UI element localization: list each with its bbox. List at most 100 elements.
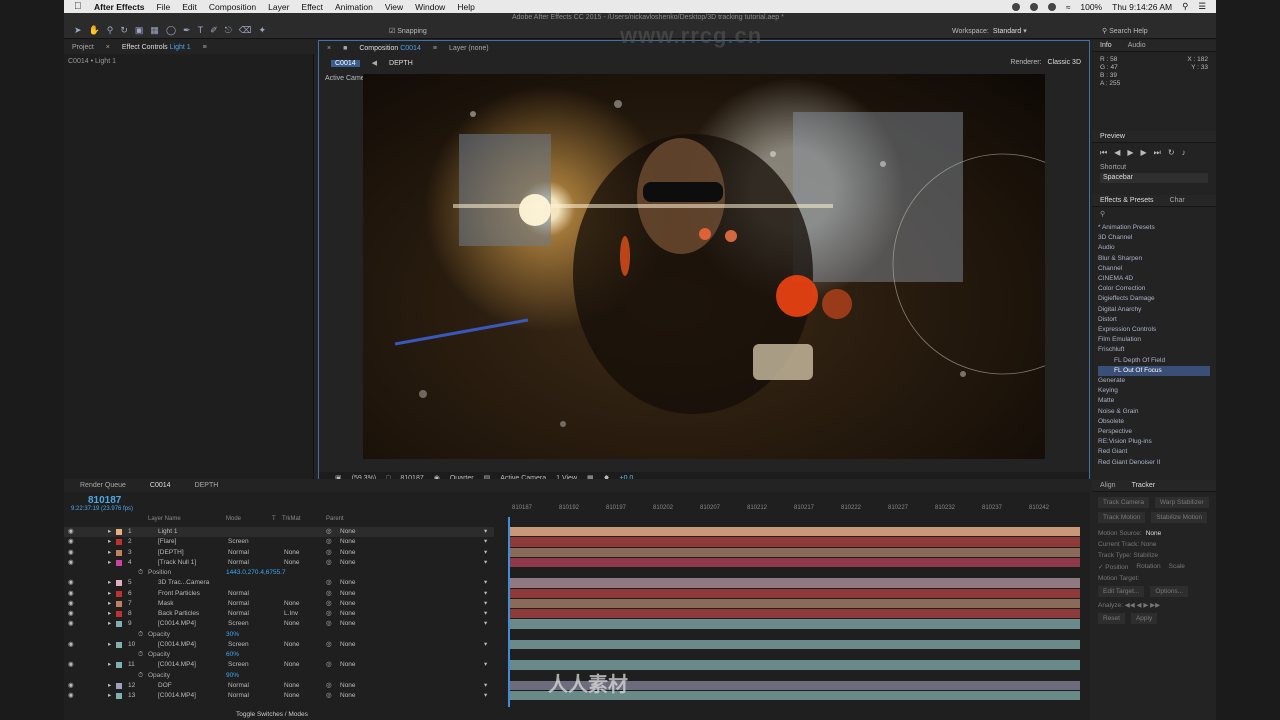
label-color-swatch[interactable] bbox=[116, 611, 122, 617]
twirl-icon[interactable]: ▸ bbox=[108, 558, 111, 568]
parent-pickwhip-icon[interactable]: ◎ bbox=[326, 537, 332, 547]
track-matte-select[interactable]: None bbox=[284, 660, 300, 670]
analyze-controls-icon[interactable]: ◀◀ ◀ ▶ ▶▶ bbox=[1125, 602, 1160, 609]
stabilize-motion-button[interactable]: Stabilize Motion bbox=[1151, 512, 1208, 523]
col-layer-name[interactable]: Layer Name bbox=[148, 516, 181, 522]
layer-row[interactable]: ◉ ▸ 10 [C0014.MP4] Screen None ◎ None ▾ bbox=[64, 640, 494, 650]
effects-category-item[interactable]: Digieffects Damage bbox=[1098, 294, 1210, 304]
stopwatch-icon[interactable]: ⏱ bbox=[138, 671, 143, 681]
layer-row[interactable]: ◉ ▸ 2 [Flare] Screen ◎ None ▾ bbox=[64, 537, 494, 547]
parent-select[interactable]: None bbox=[340, 527, 356, 537]
twirl-icon[interactable]: ▸ bbox=[108, 640, 111, 650]
blend-mode-select[interactable]: Screen bbox=[228, 619, 249, 629]
layer-name[interactable]: [DEPTH] bbox=[158, 548, 184, 558]
blend-mode-select[interactable]: Normal bbox=[228, 548, 249, 558]
blend-mode-select[interactable]: Normal bbox=[228, 599, 249, 609]
tab-character[interactable]: Char bbox=[1170, 197, 1185, 204]
track-matte-select[interactable]: L.Inv bbox=[284, 609, 298, 619]
reset-button[interactable]: Reset bbox=[1098, 613, 1125, 624]
effects-category-item[interactable]: RE:Vision Plug-ins bbox=[1098, 437, 1210, 447]
effects-category-item[interactable]: Red Giant bbox=[1098, 447, 1210, 457]
property-value[interactable]: 30% bbox=[226, 630, 239, 640]
menubar-clock[interactable]: Thu 9:14:26 AM bbox=[1112, 2, 1172, 12]
visibility-icon[interactable]: ◉ bbox=[68, 691, 74, 701]
visibility-icon[interactable]: ◉ bbox=[68, 609, 74, 619]
status-dot-icon[interactable] bbox=[1029, 2, 1038, 11]
stopwatch-icon[interactable]: ⏱ bbox=[138, 650, 143, 660]
visibility-icon[interactable]: ◉ bbox=[68, 558, 74, 568]
close-icon[interactable]: × bbox=[106, 44, 110, 51]
parent-pickwhip-icon[interactable]: ◎ bbox=[326, 691, 332, 701]
effects-category-item[interactable]: Color Correction bbox=[1098, 284, 1210, 294]
effects-category-item[interactable]: Film Emulation bbox=[1098, 335, 1210, 345]
parent-pickwhip-icon[interactable]: ◎ bbox=[326, 527, 332, 537]
preview-title[interactable]: Preview bbox=[1100, 133, 1125, 140]
menu-help[interactable]: Help bbox=[457, 2, 474, 12]
visibility-icon[interactable]: ◉ bbox=[68, 599, 74, 609]
shape-tool-icon[interactable]: ◯ bbox=[166, 25, 176, 36]
twirl-icon[interactable]: ▸ bbox=[108, 578, 111, 588]
camera-tool-icon[interactable]: ▣ bbox=[135, 25, 144, 36]
visibility-icon[interactable]: ◉ bbox=[68, 619, 74, 629]
parent-select[interactable]: None bbox=[340, 609, 356, 619]
layer-duration-bar[interactable] bbox=[508, 588, 1080, 598]
parent-select[interactable]: None bbox=[340, 619, 356, 629]
current-time-indicator[interactable] bbox=[508, 517, 510, 707]
menu-window[interactable]: Window bbox=[415, 2, 445, 12]
property-value[interactable]: 1443.0,270.4,6755.7 bbox=[226, 568, 286, 578]
effects-category-item[interactable]: Perspective bbox=[1098, 427, 1210, 437]
chevron-down-icon[interactable]: ▾ bbox=[484, 558, 487, 568]
workspace-select[interactable]: Workspace: Standard ▾ bbox=[952, 27, 1027, 35]
stamp-tool-icon[interactable]: ⎋ bbox=[225, 25, 232, 36]
options-button[interactable]: Options... bbox=[1150, 586, 1189, 597]
layer-name[interactable]: 3D Trac...Camera bbox=[158, 578, 209, 588]
twirl-icon[interactable]: ▸ bbox=[108, 619, 111, 629]
track-matte-select[interactable]: None bbox=[284, 691, 300, 701]
parent-pickwhip-icon[interactable]: ◎ bbox=[326, 558, 332, 568]
effects-category-item[interactable]: 3D Channel bbox=[1098, 233, 1210, 243]
label-color-swatch[interactable] bbox=[116, 621, 122, 628]
parent-select[interactable]: None bbox=[340, 640, 356, 650]
edit-target-button[interactable]: Edit Target... bbox=[1098, 586, 1145, 597]
effects-category-item[interactable]: Expression Controls bbox=[1098, 325, 1210, 335]
rotate-tool-icon[interactable]: ↻ bbox=[120, 25, 128, 36]
layer-duration-bar[interactable] bbox=[508, 557, 1080, 567]
blend-mode-select[interactable]: Normal bbox=[228, 558, 249, 568]
twirl-icon[interactable]: ▸ bbox=[108, 537, 111, 547]
tab-effect-controls[interactable]: Effect Controls Light 1 bbox=[122, 44, 191, 51]
effects-category-item[interactable]: Noise & Grain bbox=[1098, 407, 1210, 417]
scale-checkbox[interactable]: Scale bbox=[1169, 563, 1185, 571]
parent-pickwhip-icon[interactable]: ◎ bbox=[326, 599, 332, 609]
property-value[interactable]: 60% bbox=[226, 650, 239, 660]
layer-property-row[interactable]: ⏱ Opacity 90% bbox=[64, 671, 494, 681]
parent-select[interactable]: None bbox=[340, 578, 356, 588]
menu-view[interactable]: View bbox=[385, 2, 403, 12]
layer-property-row[interactable]: ⏱ Opacity 30% bbox=[64, 630, 494, 640]
layer-name[interactable]: Back Particles bbox=[158, 609, 199, 619]
label-color-swatch[interactable] bbox=[116, 539, 122, 546]
layer-name[interactable]: Mask bbox=[158, 599, 174, 609]
parent-select[interactable]: None bbox=[340, 599, 356, 609]
col-parent[interactable]: Parent bbox=[326, 516, 344, 522]
zoom-tool-icon[interactable]: ⚲ bbox=[107, 25, 114, 36]
visibility-icon[interactable]: ◉ bbox=[68, 589, 74, 599]
layer-duration-bar[interactable] bbox=[508, 547, 1080, 557]
shortcut-select[interactable]: Spacebar bbox=[1100, 173, 1208, 183]
menu-edit[interactable]: Edit bbox=[182, 2, 197, 12]
eraser-tool-icon[interactable]: ⌫ bbox=[239, 25, 252, 36]
effects-category-item[interactable]: Matte bbox=[1098, 396, 1210, 406]
track-matte-select[interactable]: None bbox=[284, 640, 300, 650]
col-t[interactable]: T bbox=[272, 516, 276, 522]
twirl-icon[interactable]: ▸ bbox=[108, 660, 111, 670]
effects-category-item[interactable]: Obsolete bbox=[1098, 417, 1210, 427]
blend-mode-select[interactable]: Normal bbox=[228, 609, 249, 619]
nav-comp-depth[interactable]: DEPTH bbox=[389, 60, 413, 67]
chevron-down-icon[interactable]: ▾ bbox=[484, 681, 487, 691]
layer-name[interactable]: [Flare] bbox=[158, 537, 176, 547]
track-type-row[interactable]: Track Type: Stabilize bbox=[1092, 550, 1216, 561]
parent-pickwhip-icon[interactable]: ◎ bbox=[326, 619, 332, 629]
visibility-icon[interactable]: ◉ bbox=[68, 681, 74, 691]
layer-duration-bar[interactable] bbox=[508, 578, 1080, 588]
status-dot-icon[interactable] bbox=[1011, 2, 1020, 11]
layer-row[interactable]: ◉ ▸ 7 Mask Normal None ◎ None ▾ bbox=[64, 599, 494, 609]
